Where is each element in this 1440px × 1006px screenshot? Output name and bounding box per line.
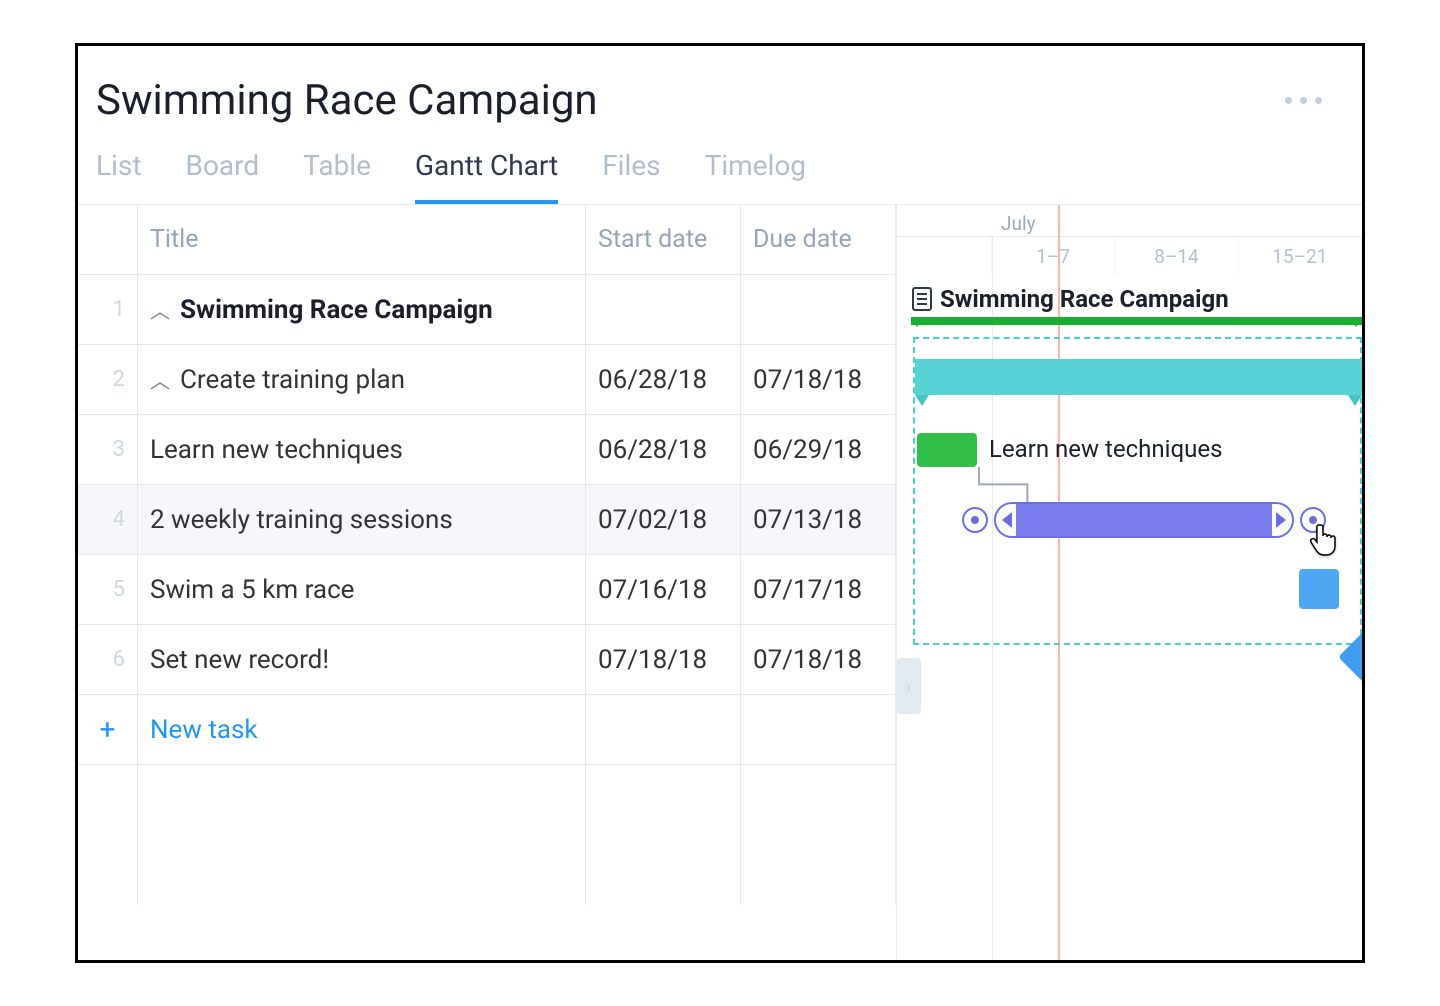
col-title-header[interactable]: Title xyxy=(138,205,586,275)
row-number: 5 xyxy=(78,555,138,625)
row-title: 2 weekly training sessions xyxy=(150,505,453,535)
resize-left-icon[interactable] xyxy=(1002,512,1012,528)
resize-right-icon[interactable] xyxy=(1276,512,1286,528)
clipboard-icon xyxy=(912,287,932,311)
more-menu[interactable] xyxy=(1285,97,1332,104)
summary-bar-campaign[interactable] xyxy=(911,317,1362,325)
chevron-right-icon: › xyxy=(907,677,912,696)
week-label xyxy=(897,237,992,275)
selected-task-bar[interactable] xyxy=(962,497,1326,542)
row-number: 4 xyxy=(78,485,138,555)
timeline-header: July 1–7 8–14 15–21 xyxy=(897,205,1362,275)
row-start[interactable]: 07/02/18 xyxy=(586,485,741,555)
row-title-cell[interactable]: Swim a 5 km race xyxy=(138,555,586,625)
row-start[interactable]: 06/28/18 xyxy=(586,415,741,485)
weeks-row: 1–7 8–14 15–21 xyxy=(897,237,1362,275)
week-label: 1–7 xyxy=(992,237,1115,275)
row-start[interactable]: 07/16/18 xyxy=(586,555,741,625)
row-number: 3 xyxy=(78,415,138,485)
row-title: Create training plan xyxy=(180,365,405,395)
tab-timelog[interactable]: Timelog xyxy=(705,149,806,204)
app-window: Swimming Race Campaign List Board Table … xyxy=(75,43,1365,963)
row-start[interactable] xyxy=(586,275,741,345)
row-title-cell[interactable]: Set new record! xyxy=(138,625,586,695)
row-start[interactable]: 07/18/18 xyxy=(586,625,741,695)
tab-list[interactable]: List xyxy=(96,149,142,204)
row-title: Set new record! xyxy=(150,645,329,675)
task-table: Title Start date Due date 1 ︿ Swimming R… xyxy=(78,205,896,960)
task-bar-weekly-sessions[interactable] xyxy=(994,502,1294,538)
task-label: Learn new techniques xyxy=(989,435,1222,463)
dot-icon xyxy=(1285,97,1292,104)
row-due[interactable]: 07/18/18 xyxy=(741,625,896,695)
chevron-up-icon[interactable]: ︿ xyxy=(150,365,170,394)
dot-icon xyxy=(1300,97,1307,104)
row-due[interactable]: 06/29/18 xyxy=(741,415,896,485)
col-due-header[interactable]: Due date xyxy=(741,205,896,275)
tab-gantt-chart[interactable]: Gantt Chart xyxy=(415,149,558,204)
plus-icon: + xyxy=(90,695,125,764)
row-title: Swim a 5 km race xyxy=(150,575,354,605)
month-label: July xyxy=(1001,212,1036,235)
tab-board[interactable]: Board xyxy=(186,149,260,204)
dependency-handle-left[interactable] xyxy=(962,507,988,533)
campaign-label: Swimming Race Campaign xyxy=(912,285,1229,313)
add-icon-cell[interactable]: + xyxy=(78,695,138,765)
gantt-timeline[interactable]: July 1–7 8–14 15–21 Swimming Race Campai… xyxy=(896,205,1362,960)
row-number: 2 xyxy=(78,345,138,415)
new-task-label[interactable]: New task xyxy=(138,695,586,765)
row-title-cell[interactable]: ︿ Create training plan xyxy=(138,345,586,415)
summary-bar-group[interactable] xyxy=(915,359,1362,395)
week-label: 15–21 xyxy=(1239,237,1362,275)
week-label: 8–14 xyxy=(1115,237,1238,275)
row-due[interactable]: 07/17/18 xyxy=(741,555,896,625)
gantt-body: Swimming Race Campaign Learn new xyxy=(897,275,1362,695)
row-title: Swimming Race Campaign xyxy=(180,295,493,325)
row-due[interactable]: 07/13/18 xyxy=(741,485,896,555)
row-start[interactable]: 06/28/18 xyxy=(586,345,741,415)
page-title: Swimming Race Campaign xyxy=(96,76,598,125)
task-bar-learn[interactable] xyxy=(917,433,977,467)
row-due[interactable]: 07/18/18 xyxy=(741,345,896,415)
col-start-header[interactable]: Start date xyxy=(586,205,741,275)
empty-cell xyxy=(586,695,741,765)
row-number: 1 xyxy=(78,275,138,345)
view-tabs: List Board Table Gantt Chart Files Timel… xyxy=(78,125,1362,204)
row-title-cell[interactable]: Learn new techniques xyxy=(138,415,586,485)
campaign-label-text: Swimming Race Campaign xyxy=(940,285,1229,313)
col-num-header xyxy=(78,205,138,275)
tab-files[interactable]: Files xyxy=(602,149,660,204)
chevron-up-icon[interactable]: ︿ xyxy=(150,295,170,324)
row-number: 6 xyxy=(78,625,138,695)
task-bar-swim-race[interactable] xyxy=(1299,569,1339,609)
scroll-handle[interactable]: › xyxy=(897,658,921,714)
header: Swimming Race Campaign xyxy=(78,46,1362,125)
dot-icon xyxy=(1315,97,1322,104)
cursor-pointer-icon xyxy=(1309,521,1343,559)
tab-table[interactable]: Table xyxy=(303,149,371,204)
gantt-row[interactable]: Swimming Race Campaign xyxy=(897,275,1362,345)
row-title-cell[interactable]: 2 weekly training sessions xyxy=(138,485,586,555)
month-row: July xyxy=(897,205,1362,237)
content: Title Start date Due date 1 ︿ Swimming R… xyxy=(78,204,1362,960)
row-title-cell[interactable]: ︿ Swimming Race Campaign xyxy=(138,275,586,345)
row-title: Learn new techniques xyxy=(150,435,403,465)
empty-cell xyxy=(741,695,896,765)
row-due[interactable] xyxy=(741,275,896,345)
